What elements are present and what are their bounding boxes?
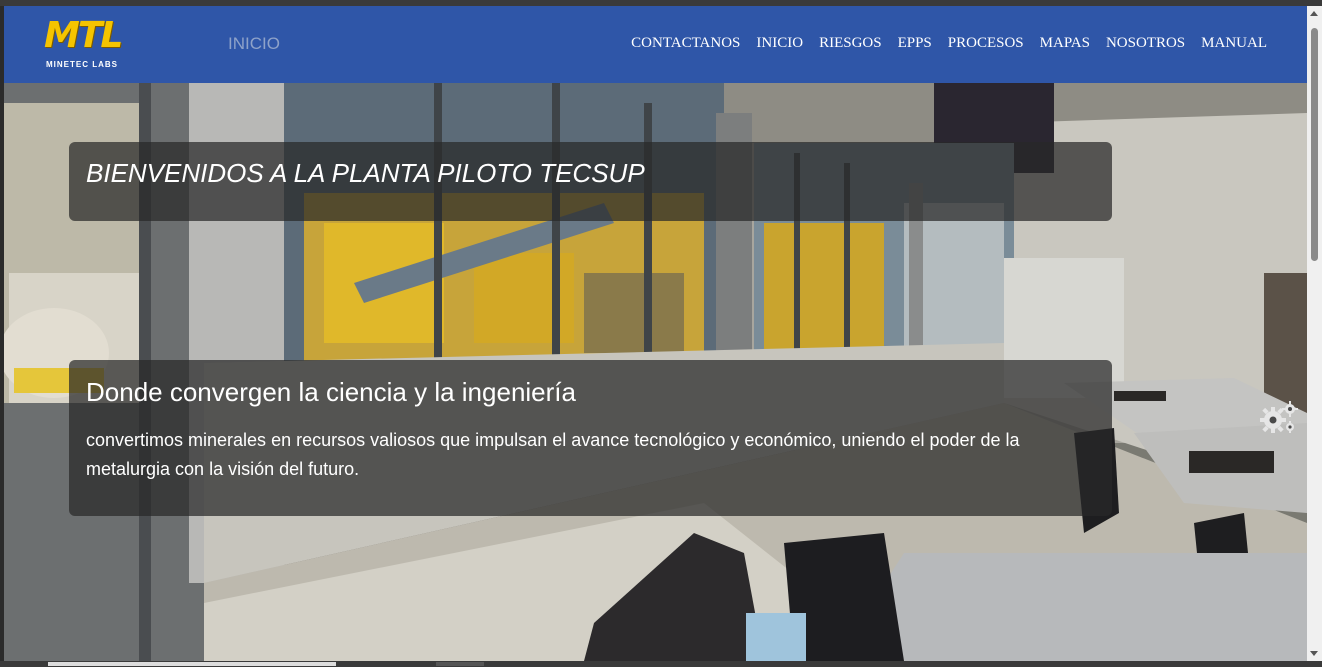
logo-subtitle: MINETEC LABS [46, 60, 118, 69]
nav-link-procesos[interactable]: PROCESOS [948, 35, 1024, 52]
horizontal-scroll-thumb[interactable] [48, 662, 336, 666]
bottom-bar [0, 661, 1322, 667]
intro-text: convertimos minerales en recursos valios… [86, 430, 1020, 479]
nav-link-riesgos[interactable]: RIESGOS [819, 35, 882, 52]
logo-mark: MTL [44, 15, 123, 56]
nav-menu: CONTACTANOS INICIO RIESGOS EPPS PROCESOS… [631, 35, 1267, 52]
welcome-title: BIENVENIDOS A LA PLANTA PILOTO TECSUP [86, 158, 645, 188]
navbar: MTL MINETEC LABS INICIO CONTACTANOS INIC… [4, 6, 1307, 83]
nav-link-contactanos[interactable]: CONTACTANOS [631, 35, 740, 52]
nav-link-inicio[interactable]: INICIO [756, 35, 803, 52]
scroll-thumb[interactable] [1311, 28, 1318, 261]
gears-icon[interactable] [1257, 398, 1301, 438]
current-page-label: INICIO [228, 34, 280, 53]
nav-link-nosotros[interactable]: NOSOTROS [1106, 35, 1185, 52]
vertical-scrollbar[interactable] [1307, 6, 1322, 661]
welcome-panel: BIENVENIDOS A LA PLANTA PILOTO TECSUP [69, 142, 1112, 221]
nav-link-epps[interactable]: EPPS [898, 35, 932, 52]
hero-section: BIENVENIDOS A LA PLANTA PILOTO TECSUP Do… [4, 83, 1307, 661]
scroll-down-icon[interactable] [1310, 651, 1318, 656]
scroll-up-icon[interactable] [1310, 11, 1318, 16]
bottom-bar-segment [436, 662, 484, 666]
logo[interactable]: MTL MINETEC LABS [44, 16, 124, 74]
intro-panel: Donde convergen la ciencia y la ingenier… [69, 360, 1112, 516]
nav-link-manual[interactable]: MANUAL [1201, 35, 1267, 52]
intro-heading: Donde convergen la ciencia y la ingenier… [86, 377, 576, 407]
page-viewport: MTL MINETEC LABS INICIO CONTACTANOS INIC… [4, 6, 1307, 661]
nav-link-mapas[interactable]: MAPAS [1040, 35, 1090, 52]
